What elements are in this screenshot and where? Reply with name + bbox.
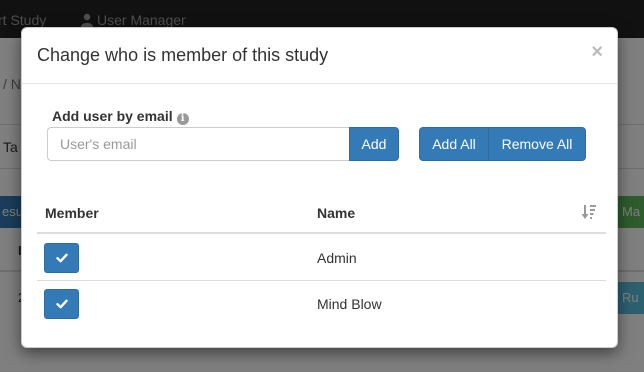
remove-all-button[interactable]: Remove All xyxy=(488,127,586,161)
add-user-label-text: Add user by email xyxy=(52,108,173,124)
table-header-divider xyxy=(37,232,606,234)
member-name: Mind Blow xyxy=(317,296,382,312)
check-icon xyxy=(56,253,68,263)
modal-header: Change who is member of this study × xyxy=(22,28,617,84)
close-icon[interactable]: × xyxy=(591,42,603,62)
modal-title: Change who is member of this study xyxy=(37,45,329,65)
member-name: Admin xyxy=(317,250,357,266)
member-checkbox[interactable] xyxy=(44,289,79,319)
member-modal: Change who is member of this study × Add… xyxy=(21,27,618,348)
sort-amount-desc-icon[interactable] xyxy=(581,204,597,220)
info-circle-icon[interactable]: i xyxy=(176,113,189,125)
member-checkbox[interactable] xyxy=(44,243,79,273)
email-input[interactable] xyxy=(47,127,349,161)
add-button[interactable]: Add xyxy=(349,127,399,161)
row-divider xyxy=(37,280,606,281)
check-icon xyxy=(56,299,68,309)
add-all-button[interactable]: Add All xyxy=(419,127,489,161)
name-column-header[interactable]: Name xyxy=(317,205,355,221)
member-column-header[interactable]: Member xyxy=(45,205,99,221)
add-user-label: Add user by email i xyxy=(52,108,189,125)
